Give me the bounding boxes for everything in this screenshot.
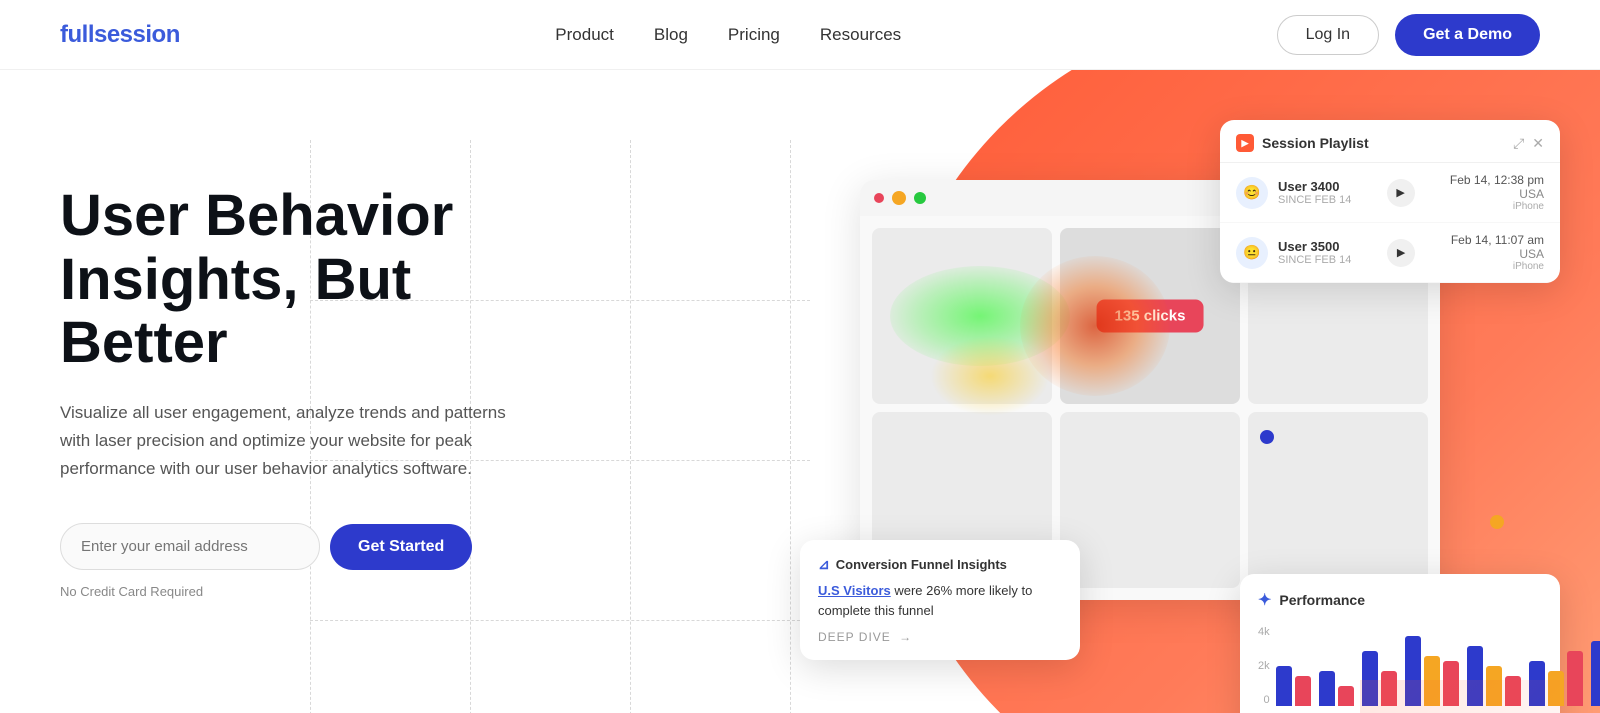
session-title: ▶ Session Playlist [1236,134,1369,152]
bar-red-2 [1338,686,1354,706]
chart-y-axis: 4k 2k 0 [1258,626,1270,706]
perf-icon: ✦ [1258,590,1271,610]
session-header: ▶ Session Playlist ⤢ ✕ [1220,120,1560,163]
no-cc-text: No Credit Card Required [60,584,540,599]
nav-pricing[interactable]: Pricing [728,25,780,44]
email-input[interactable] [60,523,320,570]
user-info-2: 😐 User 3500 SINCE FEB 14 [1236,237,1351,269]
session-meta-2: Feb 14, 11:07 am USA iPhone [1451,233,1544,272]
expand-icon[interactable]: ⤢ [1513,135,1524,152]
funnel-link-visitors[interactable]: U.S Visitors [818,583,891,598]
dashboard-area: 135 clicks ▶ Session Playlist ⤢ ✕ [780,120,1560,713]
marker-blue [1260,430,1274,444]
brand-name: fullsession [60,21,180,48]
bar-red-6 [1567,651,1583,706]
dot-green [914,192,926,204]
nav-right: Log In Get a Demo [1277,14,1540,56]
session-row-1: 😊 User 3400 SINCE FEB 14 ▶ Feb 14, 12:38… [1220,163,1560,223]
grid-cell-6 [1248,412,1428,588]
session-header-icons: ⤢ ✕ [1513,135,1544,152]
performance-card: ✦ Performance 4k 2k 0 [1240,574,1560,713]
dot-red [874,193,884,203]
nav-links: Product Blog Pricing Resources [555,25,901,45]
nav-resources[interactable]: Resources [820,25,901,44]
get-demo-button[interactable]: Get a Demo [1395,14,1540,56]
marker-yellow [1490,515,1504,529]
user-avatar-1: 😊 [1236,177,1268,209]
perf-bg-decoration [1360,680,1560,713]
heatmap-yellow [930,336,1050,416]
hero-left: User Behavior Insights, But Better Visua… [60,184,540,600]
bar-blue-1 [1276,666,1292,706]
bar-blue-7 [1591,641,1600,706]
funnel-text: U.S Visitors were 26% more likely to com… [818,581,1062,620]
nav-blog[interactable]: Blog [654,25,688,44]
bar-group-s [1276,666,1311,706]
funnel-card: ⊿ Conversion Funnel Insights U.S Visitor… [800,540,1080,660]
user-info-1: 😊 User 3400 SINCE FEB 14 [1236,177,1351,209]
hero-section: User Behavior Insights, But Better Visua… [0,70,1600,713]
navbar: fullsession Product Blog Pricing Resourc… [0,0,1600,70]
get-started-button[interactable]: Get Started [330,524,472,570]
user-details-2: User 3500 SINCE FEB 14 [1278,239,1351,266]
dot-yellow [892,191,906,205]
session-play-1[interactable]: ▶ [1387,179,1415,207]
funnel-title: ⊿ Conversion Funnel Insights [818,556,1062,573]
login-button[interactable]: Log In [1277,15,1379,55]
bar-group-m [1319,671,1354,706]
arrow-icon: → [895,630,912,644]
bar-blue-2 [1319,671,1335,706]
brand-logo[interactable]: fullsession [60,21,180,49]
user-avatar-2: 😐 [1236,237,1268,269]
email-cta-row: Get Started [60,523,540,570]
bar-red-1 [1295,676,1311,706]
funnel-icon: ⊿ [818,556,830,573]
user-details-1: User 3400 SINCE FEB 14 [1278,179,1351,206]
hero-description: Visualize all user engagement, analyze t… [60,399,540,483]
close-icon[interactable]: ✕ [1532,135,1544,152]
session-card: ▶ Session Playlist ⤢ ✕ 😊 User 3400 SINCE… [1220,120,1560,283]
funnel-deep-dive[interactable]: DEEP DIVE → [818,630,1062,644]
session-play-2[interactable]: ▶ [1387,239,1415,267]
bar-group-s2 [1591,641,1600,706]
hero-title: User Behavior Insights, But Better [60,184,540,375]
session-row-2: 😐 User 3500 SINCE FEB 14 ▶ Feb 14, 11:07… [1220,223,1560,283]
session-meta-1: Feb 14, 12:38 pm USA iPhone [1450,173,1544,212]
play-icon: ▶ [1236,134,1254,152]
heatmap-overlay [870,246,1210,446]
perf-title: ✦ Performance [1258,590,1542,610]
nav-product[interactable]: Product [555,25,614,44]
